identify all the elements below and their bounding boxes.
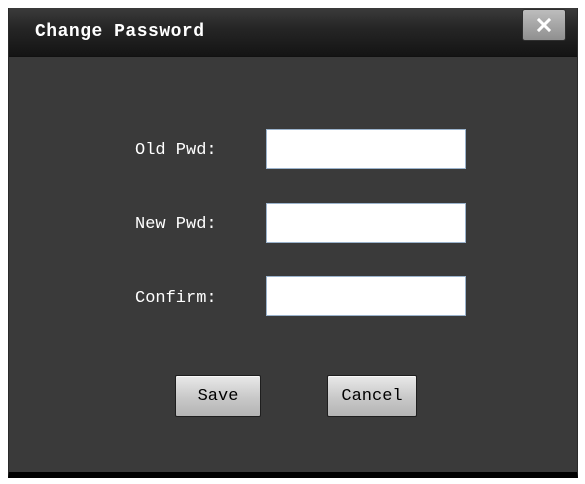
change-password-dialog: Change Password Old Pwd: New Pwd: Confir… [8, 8, 578, 478]
close-icon [536, 17, 552, 33]
dialog-title: Change Password [35, 22, 205, 42]
save-button[interactable]: Save [175, 375, 261, 417]
new-pwd-field[interactable] [266, 203, 466, 243]
confirm-field[interactable] [266, 276, 466, 316]
title-bar: Change Password [9, 8, 577, 57]
close-button[interactable] [522, 9, 566, 41]
cancel-button[interactable]: Cancel [327, 375, 417, 417]
old-pwd-field[interactable] [266, 129, 466, 169]
old-pwd-label: Old Pwd: [135, 141, 217, 160]
confirm-label: Confirm: [135, 289, 217, 308]
new-pwd-label: New Pwd: [135, 215, 217, 234]
